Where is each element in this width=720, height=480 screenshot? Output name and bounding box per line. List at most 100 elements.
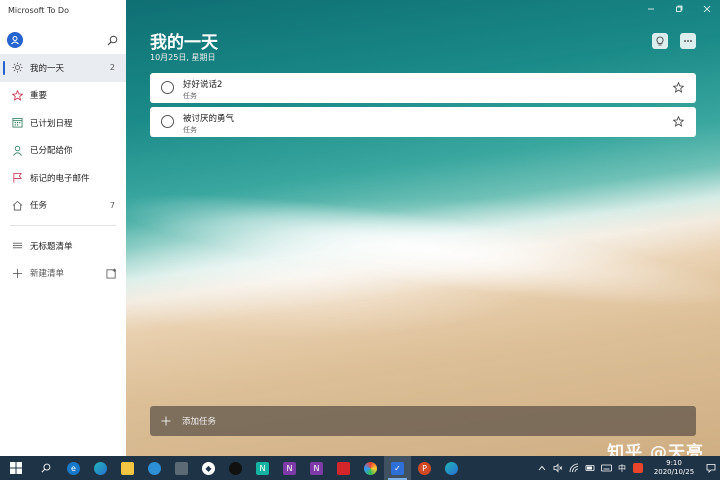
main-content: 我的一天 10月25日, 星期日 好好说话2 任务 被讨厌的勇气 任务 添加任务… <box>126 0 720 456</box>
taskbar-app[interactable] <box>168 456 195 480</box>
volume-muted-icon <box>553 463 563 473</box>
home-icon <box>11 199 23 211</box>
taskbar-app[interactable]: N <box>249 456 276 480</box>
taskbar-app[interactable] <box>330 456 357 480</box>
sun-icon <box>11 62 23 74</box>
search-icon <box>41 463 51 473</box>
taskbar-app[interactable]: e <box>60 456 87 480</box>
taskbar-app[interactable]: N <box>276 456 303 480</box>
task-item[interactable]: 好好说话2 任务 <box>150 73 696 103</box>
keyboard-icon <box>600 464 612 472</box>
person-icon <box>11 144 23 156</box>
close-icon <box>703 5 711 13</box>
edge-icon-3 <box>445 461 458 475</box>
clock-date: 2020/10/25 <box>653 468 695 476</box>
sogou-icon <box>633 463 643 473</box>
sidebar-item-count: 2 <box>109 63 115 73</box>
window-controls <box>644 3 714 15</box>
search-icon <box>107 35 117 45</box>
taskbar-app[interactable]: N <box>303 456 330 480</box>
edge-icon: e <box>67 461 80 475</box>
sidebar-item-my-day[interactable]: 我的一天 2 <box>0 54 126 82</box>
sidebar-item-label: 标记的电子邮件 <box>30 173 90 184</box>
taskbar-app[interactable] <box>87 456 114 480</box>
taskbar-app[interactable] <box>438 456 465 480</box>
minimize-icon <box>648 8 654 10</box>
sidebar-item-label: 无标题清单 <box>30 241 73 252</box>
task-title: 好好说话2 <box>183 80 223 90</box>
sidebar-item-label: 已分配给你 <box>30 146 73 157</box>
powerpoint-icon: P <box>418 461 431 475</box>
more-icon <box>684 40 692 42</box>
notification-center-button[interactable] <box>702 456 720 480</box>
taskbar-app[interactable] <box>357 456 384 480</box>
add-task-input[interactable]: 添加任务 <box>150 406 696 436</box>
sidebar-item-untitled-list[interactable]: 无标题清单 <box>0 232 126 260</box>
maximize-button[interactable] <box>672 3 686 15</box>
clock[interactable]: 9:10 2020/10/25 <box>646 456 702 480</box>
star-icon <box>11 89 23 101</box>
sidebar-item-assigned[interactable]: 已分配给你 <box>0 137 126 165</box>
user-icon <box>11 36 19 45</box>
add-task-placeholder: 添加任务 <box>182 417 217 427</box>
background-wave <box>126 170 720 330</box>
sidebar-item-planned[interactable]: 已计划日程 <box>0 109 126 137</box>
camera-icon <box>175 461 188 475</box>
task-complete-checkbox[interactable] <box>161 115 174 128</box>
flag-icon <box>11 172 23 184</box>
n-app-icon: N <box>256 461 269 475</box>
volume-button[interactable] <box>550 456 566 480</box>
taskbar-app[interactable]: ◆ <box>195 456 222 480</box>
show-hidden-icons-button[interactable] <box>534 456 550 480</box>
more-options-button[interactable] <box>680 33 696 49</box>
star-icon <box>672 115 684 127</box>
ime-indicator[interactable]: 中 <box>614 456 630 480</box>
sidebar-item-important[interactable]: 重要 <box>0 82 126 110</box>
qq-icon <box>229 461 242 475</box>
app-refresh-icon <box>148 461 161 475</box>
new-group-button[interactable] <box>105 268 117 280</box>
start-button[interactable] <box>0 456 32 480</box>
taskbar-app[interactable] <box>114 456 141 480</box>
battery-button[interactable] <box>582 456 598 480</box>
new-group-icon <box>106 268 116 279</box>
onenote-icon-2: N <box>310 461 323 475</box>
minimize-button[interactable] <box>644 3 658 15</box>
taskbar-search-button[interactable] <box>32 456 60 480</box>
task-importance-button[interactable] <box>672 115 684 127</box>
list-icon <box>11 240 23 252</box>
task-subtitle: 任务 <box>183 92 197 100</box>
taskbar-app[interactable] <box>141 456 168 480</box>
task-item[interactable]: 被讨厌的勇气 任务 <box>150 107 696 137</box>
network-button[interactable] <box>566 456 582 480</box>
water-drop-icon: ◆ <box>202 461 215 475</box>
notification-icon <box>706 464 716 473</box>
taskbar-app[interactable] <box>222 456 249 480</box>
sogou-ime-button[interactable] <box>630 456 646 480</box>
colorful-app-icon <box>364 461 377 475</box>
folder-icon <box>121 461 134 475</box>
new-list-label: 新建清单 <box>30 269 65 280</box>
task-complete-checkbox[interactable] <box>161 81 174 94</box>
search-button[interactable] <box>104 32 120 48</box>
close-button[interactable] <box>700 3 714 15</box>
new-list-button[interactable]: 新建清单 <box>0 260 126 288</box>
red-app-icon <box>337 461 350 475</box>
suggestions-button[interactable] <box>652 33 668 49</box>
calendar-icon <box>11 117 23 129</box>
keyboard-button[interactable] <box>598 456 614 480</box>
clock-time: 9:10 <box>666 459 682 467</box>
sidebar-item-tasks[interactable]: 任务 7 <box>0 192 126 220</box>
lightbulb-icon <box>656 36 664 46</box>
app-title: Microsoft To Do <box>8 6 69 15</box>
task-title: 被讨厌的勇气 <box>183 114 235 124</box>
sidebar-item-label: 任务 <box>30 201 48 212</box>
taskbar-app-active[interactable]: ✓ <box>384 456 411 480</box>
task-list: 好好说话2 任务 被讨厌的勇气 任务 <box>150 73 696 141</box>
task-importance-button[interactable] <box>672 81 684 93</box>
task-subtitle: 任务 <box>183 126 197 134</box>
avatar[interactable] <box>7 32 23 48</box>
taskbar-app[interactable]: P <box>411 456 438 480</box>
restore-icon <box>676 5 683 12</box>
sidebar-item-flagged-email[interactable]: 标记的电子邮件 <box>0 164 126 192</box>
